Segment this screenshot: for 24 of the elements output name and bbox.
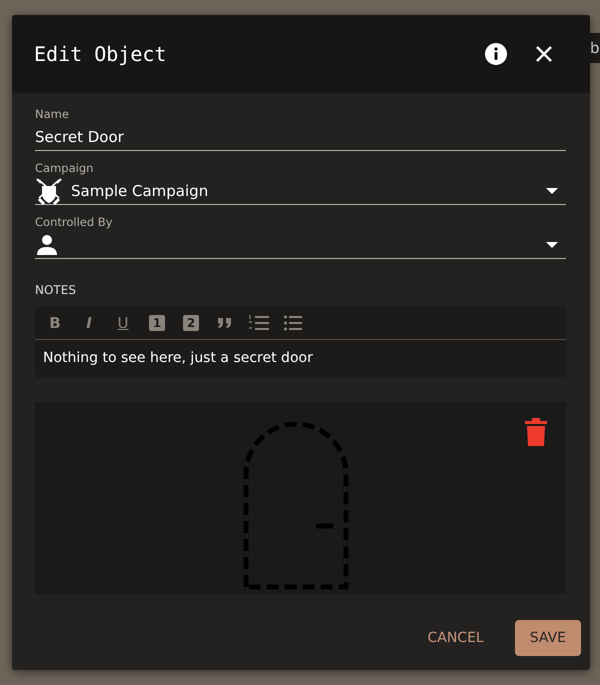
- save-button[interactable]: SAVE: [514, 620, 581, 656]
- edge-label: b: [590, 33, 600, 63]
- underline-button[interactable]: U: [113, 312, 133, 332]
- shield-swords-icon: [35, 176, 63, 204]
- delete-icon[interactable]: [525, 418, 547, 446]
- select-field[interactable]: Sample Campaign: [35, 177, 566, 205]
- field-label: Campaign: [35, 161, 94, 177]
- person-icon: [35, 232, 59, 256]
- field-label: Controlled By: [35, 215, 114, 231]
- dropdown-caret-icon: [546, 188, 558, 194]
- dialog-title: Edit Object: [34, 42, 168, 66]
- bullet-list-icon[interactable]: [283, 312, 303, 332]
- italic-button[interactable]: I: [79, 312, 99, 332]
- cancel-button[interactable]: CANCEL: [412, 620, 499, 656]
- bold-button[interactable]: B: [45, 312, 65, 332]
- field-label: Name: [35, 107, 70, 123]
- dropdown-caret-icon: [546, 242, 558, 248]
- heading-button[interactable]: 1: [149, 314, 165, 330]
- heading-button[interactable]: 2: [183, 314, 199, 330]
- info-icon[interactable]: [484, 42, 508, 66]
- section-label: NOTES: [35, 283, 77, 299]
- numbered-list-icon[interactable]: [249, 312, 269, 332]
- input-field[interactable]: Secret Door: [35, 123, 566, 151]
- notes-text: Nothing to see here, just a secret door: [42, 349, 314, 368]
